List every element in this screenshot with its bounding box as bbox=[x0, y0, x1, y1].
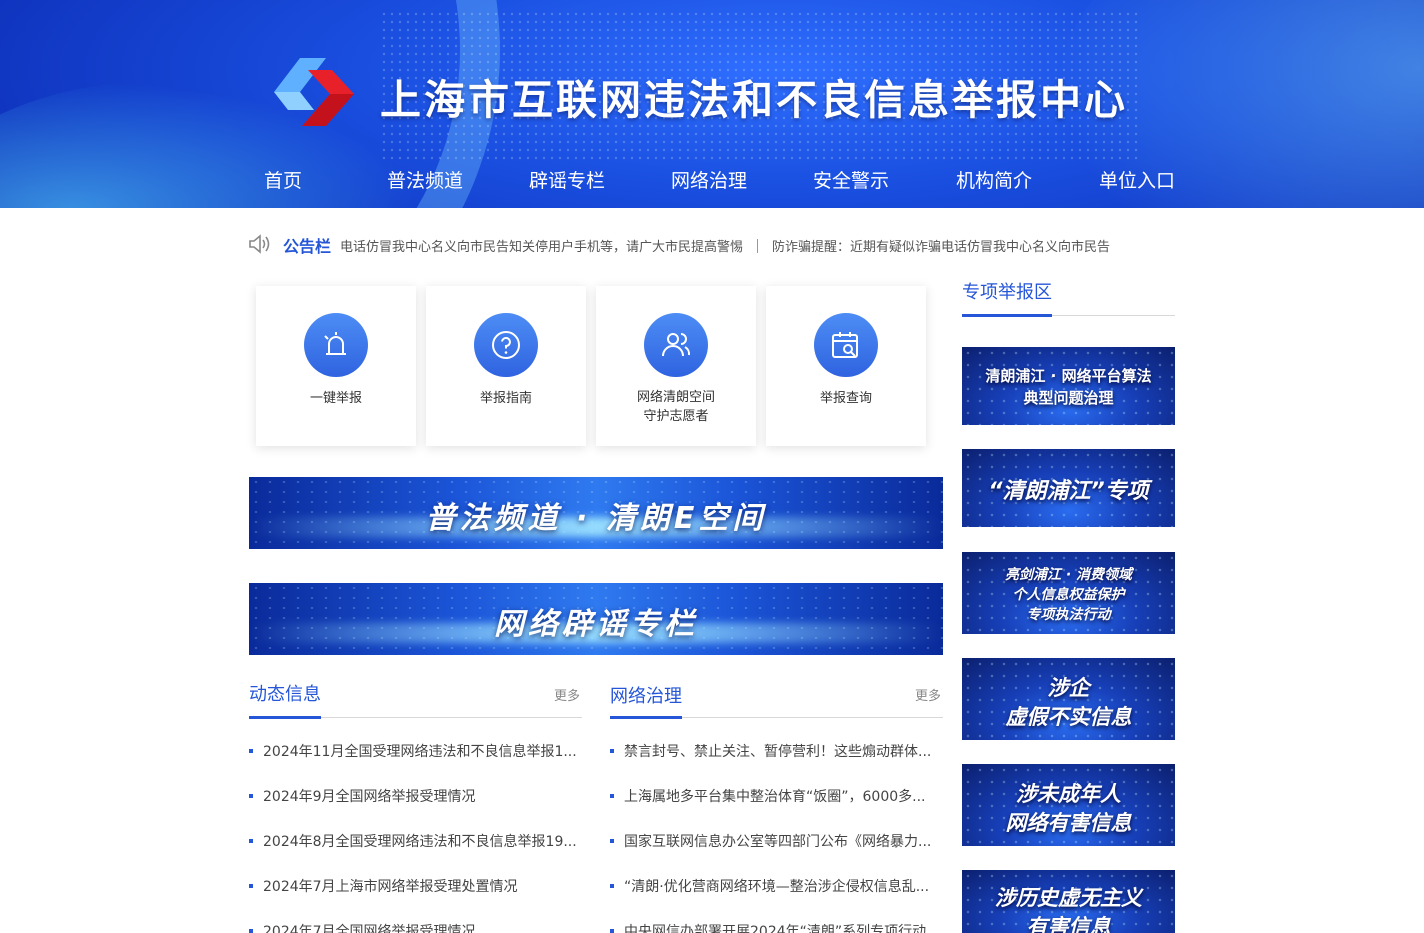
card-label: 举报查询 bbox=[819, 391, 872, 406]
bullet bbox=[610, 749, 614, 753]
banner-line: 典型问题治理 bbox=[1023, 389, 1114, 407]
news-title: 2024年11月全国受理网络违法和不良信息举报1... bbox=[263, 744, 577, 760]
bullet bbox=[249, 794, 253, 798]
quick-card-report[interactable]: 一键举报 bbox=[256, 286, 416, 446]
banner-line: 虚假不实信息 bbox=[1005, 705, 1132, 729]
list-item[interactable]: 中央网信办部署开展2024年“清朗”系列专项行动... bbox=[610, 921, 943, 933]
card-icon-circle bbox=[644, 313, 708, 377]
bullet bbox=[249, 884, 253, 888]
quick-card-query[interactable]: 举报查询 bbox=[766, 286, 926, 446]
banner-line: 涉企 bbox=[1047, 676, 1090, 700]
banner-decoration bbox=[962, 347, 1175, 425]
news-title: 2024年9月全国网络举报受理情况 bbox=[263, 789, 476, 805]
bullet bbox=[610, 839, 614, 843]
side-banner-enterprise[interactable]: 涉企 虚假不实信息 bbox=[962, 658, 1175, 740]
column-title-dynamics: 动态信息 bbox=[249, 684, 321, 705]
news-title: 2024年7月上海市网络举报受理处置情况 bbox=[263, 879, 518, 895]
calendar-search-icon bbox=[832, 332, 858, 358]
notice-bar: 公告栏 电话仿冒我中心名义向市民告知关停用户手机等，请广大市民提高警惕 防诈骗提醒… bbox=[248, 232, 1176, 256]
volunteers-icon bbox=[662, 333, 691, 357]
list-item[interactable]: 2024年8月全国受理网络违法和不良信息举报19... bbox=[249, 831, 582, 853]
banner-law-channel[interactable]: 普法频道 · 清朗E空间 bbox=[249, 477, 943, 549]
side-banner-minors[interactable]: 涉未成年人 网络有害信息 bbox=[962, 764, 1175, 846]
bullet bbox=[610, 794, 614, 798]
nav-item-safety[interactable]: 安全警示 bbox=[813, 166, 889, 193]
side-banner-history[interactable]: 涉历史虚无主义 有害信息 bbox=[962, 870, 1175, 933]
more-link[interactable]: 更多 bbox=[915, 685, 941, 704]
banner-text: 普法频道 · 清朗E空间 bbox=[425, 501, 767, 536]
list-item[interactable]: 2024年9月全国网络举报受理情况 bbox=[249, 786, 582, 808]
banner-rumor-column[interactable]: 网络辟谣专栏 bbox=[249, 583, 943, 655]
bullet bbox=[249, 749, 253, 753]
nav-item-home[interactable]: 首页 bbox=[264, 166, 302, 193]
banner-line: 网络有害信息 bbox=[1005, 811, 1132, 835]
news-title: 2024年8月全国受理网络违法和不良信息举报19... bbox=[263, 834, 577, 850]
bullet bbox=[610, 884, 614, 888]
speaker-icon bbox=[249, 234, 270, 254]
title-underline bbox=[249, 716, 321, 719]
bullet bbox=[249, 839, 253, 843]
banner-line: 涉历史虚无主义 bbox=[995, 886, 1142, 910]
news-title: 中央网信办部署开展2024年“清朗”系列专项行动... bbox=[624, 924, 940, 933]
list-item[interactable]: 国家互联网信息办公室等四部门公布《网络暴力... bbox=[610, 831, 943, 853]
list-item[interactable]: 上海属地多平台集中整治体育“饭圈”，6000多... bbox=[610, 786, 943, 808]
notice-ticker: 电话仿冒我中心名义向市民告知关停用户手机等，请广大市民提高警惕 防诈骗提醒：近期有… bbox=[340, 236, 1110, 255]
quick-card-guide[interactable]: 举报指南 bbox=[426, 286, 586, 446]
banner-line: 亮剑浦江 · 消费领域 bbox=[1004, 567, 1133, 583]
side-banner-consumer[interactable]: 亮剑浦江 · 消费领域 个人信息权益保护 专项执法行动 bbox=[962, 552, 1175, 634]
list-item[interactable]: 禁言封号、禁止关注、暂停营利！这些煽动群体... bbox=[610, 741, 943, 763]
notice-label: 公告栏 bbox=[283, 237, 332, 256]
news-title: 上海属地多平台集中整治体育“饭圈”，6000多... bbox=[624, 789, 926, 805]
card-icon-circle bbox=[304, 313, 368, 377]
bullet bbox=[249, 929, 253, 933]
list-item[interactable]: 2024年7月上海市网络举报受理处置情况 bbox=[249, 876, 582, 898]
card-icon-circle bbox=[474, 313, 538, 377]
card-label: 举报指南 bbox=[479, 391, 532, 406]
alarm-bell-icon bbox=[324, 332, 346, 355]
banner-line: 涉未成年人 bbox=[1016, 782, 1121, 806]
main-nav: 首页 普法频道 辟谣专栏 网络治理 安全警示 机构简介 单位入口 bbox=[264, 166, 1194, 196]
side-section-title: 专项举报区 bbox=[962, 282, 1052, 303]
nav-item-rumor[interactable]: 辟谣专栏 bbox=[529, 166, 605, 193]
bullet bbox=[610, 929, 614, 933]
list-item[interactable]: “清朗·优化营商网络环境—整治涉企侵权信息乱... bbox=[610, 876, 943, 898]
nav-item-law[interactable]: 普法频道 bbox=[387, 166, 463, 193]
title-underline bbox=[962, 314, 1052, 317]
banner-line: “清朗浦江”专项 bbox=[988, 479, 1149, 504]
news-title: 禁言封号、禁止关注、暂停营利！这些煽动群体... bbox=[624, 744, 932, 760]
card-label: 一键举报 bbox=[309, 391, 362, 406]
more-link[interactable]: 更多 bbox=[554, 685, 580, 704]
news-title: 2024年7月全国网络举报受理情况 bbox=[263, 924, 476, 933]
nav-item-unit-entry[interactable]: 单位入口 bbox=[1099, 166, 1175, 193]
nav-item-about[interactable]: 机构简介 bbox=[956, 166, 1032, 193]
site-logo-icon[interactable] bbox=[270, 54, 356, 130]
column-title-governance: 网络治理 bbox=[610, 686, 682, 707]
title-underline bbox=[610, 716, 682, 719]
list-item[interactable]: 2024年7月全国网络举报受理情况 bbox=[249, 921, 582, 933]
banner-line: 有害信息 bbox=[1026, 915, 1111, 933]
notice-item[interactable]: 电话仿冒我中心名义向市民告知关停用户手机等，请广大市民提高警惕 bbox=[340, 240, 743, 255]
news-title: “清朗·优化营商网络环境—整治涉企侵权信息乱... bbox=[624, 879, 930, 895]
side-banner-algorithm[interactable]: 清朗浦江 · 网络平台算法 典型问题治理 bbox=[962, 347, 1175, 425]
site-header: 上海市互联网违法和不良信息举报中心 首页 普法频道 辟谣专栏 网络治理 安全警示… bbox=[0, 0, 1424, 208]
news-title: 国家互联网信息办公室等四部门公布《网络暴力... bbox=[624, 834, 932, 850]
list-item[interactable]: 2024年11月全国受理网络违法和不良信息举报1... bbox=[249, 741, 582, 763]
banner-line: 清朗浦江 · 网络平台算法 bbox=[985, 367, 1152, 385]
side-banner-qinglang[interactable]: “清朗浦江”专项 bbox=[962, 449, 1175, 527]
nav-item-governance[interactable]: 网络治理 bbox=[671, 166, 747, 193]
quick-card-volunteer[interactable]: 网络清朗空间 守护志愿者 bbox=[596, 286, 756, 446]
card-icon-circle bbox=[814, 313, 878, 377]
question-icon bbox=[492, 331, 520, 359]
card-label: 网络清朗空间 守护志愿者 bbox=[636, 390, 715, 424]
banner-text: 网络辟谣专栏 bbox=[494, 607, 698, 642]
banner-line: 专项执法行动 bbox=[1026, 607, 1111, 623]
banner-line: 个人信息权益保护 bbox=[1012, 587, 1125, 603]
site-title: 上海市互联网违法和不良信息举报中心 bbox=[380, 76, 1128, 124]
notice-divider bbox=[757, 239, 759, 253]
notice-item[interactable]: 防诈骗提醒：近期有疑似诈骗电话仿冒我中心名义向市民告 bbox=[772, 240, 1110, 255]
